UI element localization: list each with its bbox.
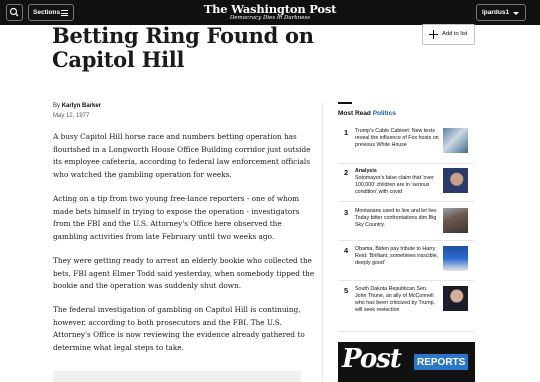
thumbnail-image[interactable] [443, 128, 468, 153]
article-paragraph: They were getting ready to arrest an eld… [53, 256, 315, 290]
most-read-text-block[interactable]: Analysis Sotomayor's false claim that 'o… [355, 168, 439, 196]
user-account-button[interactable]: lpardus1 [476, 4, 526, 21]
rank-number: 5 [344, 286, 349, 295]
most-read-item[interactable]: 3 Montanans used to live and let live. T… [338, 207, 474, 247]
add-to-list-button[interactable]: Add to list [422, 24, 475, 45]
byline: By Karlyn Barker [53, 103, 101, 109]
rank-number: 1 [344, 128, 349, 137]
divider [338, 240, 474, 241]
post-reports-banner[interactable]: Post REPORTS [338, 342, 475, 382]
masthead-tagline: Democracy Dies in Darkness [229, 15, 311, 21]
rank-number: 4 [344, 246, 349, 255]
most-read-item[interactable]: 5 South Dakota Republican Sen. John Thun… [338, 285, 474, 325]
most-read-headline[interactable]: Sotomayor's false claim that 'over 100,0… [355, 175, 434, 195]
article-paragraph: Acting on a tip from two young free-lanc… [53, 194, 300, 241]
search-icon [9, 7, 19, 17]
divider [338, 280, 474, 281]
thumbnail-image[interactable] [443, 286, 468, 311]
divider [338, 331, 474, 332]
divider [338, 163, 474, 164]
add-to-list-label: Add to list [442, 31, 468, 37]
ad-placeholder [53, 371, 301, 382]
article-paragraph: A busy Capitol Hill horse race and numbe… [53, 132, 311, 179]
most-read-headline[interactable]: Trump's Cable Cabinet: New texts reveal … [355, 128, 439, 149]
top-navigation-bar: Sections The Washington Post Democracy D… [0, 0, 540, 25]
article-paragraph: The federal investigation of gambling on… [53, 305, 305, 352]
chevron-down-icon [513, 12, 519, 15]
rail-divider [322, 103, 323, 382]
masthead-title: The Washington Post [203, 2, 337, 16]
most-read-headline[interactable]: South Dakota Republican Sen. John Thune,… [355, 286, 439, 314]
most-read-item[interactable]: 1 Trump's Cable Cabinet: New texts revea… [338, 127, 474, 167]
post-reports-logo-post: Post [342, 344, 402, 374]
sections-label: Sections [33, 9, 61, 16]
user-name: lpardus1 [482, 9, 510, 16]
thumbnail-image[interactable] [443, 168, 468, 193]
plus-icon [429, 30, 438, 39]
most-read-headline[interactable]: Montanans used to live and let live. Tod… [355, 208, 439, 229]
post-reports-logo-reports: REPORTS [414, 354, 469, 370]
masthead-logo[interactable]: The Washington Post Democracy Dies in Da… [195, 3, 345, 22]
article-headline: Betting Ring Found on Capitol Hill [52, 23, 314, 72]
most-read-headline[interactable]: Obama, Biden pay tribute to Harry Reid: … [355, 246, 439, 267]
analysis-kicker: Analysis [355, 168, 377, 174]
most-read-heading: Most Read Politics [338, 110, 396, 117]
rank-number: 2 [344, 168, 349, 177]
most-read-item[interactable]: 4 Obama, Biden pay tribute to Harry Reid… [338, 245, 474, 285]
rank-number: 3 [344, 208, 349, 217]
hamburger-icon [61, 10, 68, 18]
publish-date: May 12, 1977 [53, 113, 90, 119]
divider [338, 201, 474, 202]
thumbnail-image[interactable] [443, 208, 468, 233]
search-button[interactable] [6, 4, 23, 21]
most-read-rule [338, 102, 352, 104]
most-read-section[interactable]: Politics [373, 110, 396, 117]
author-link[interactable]: Karlyn Barker [62, 103, 101, 109]
thumbnail-image[interactable] [443, 246, 468, 271]
byline-prefix: By [53, 103, 61, 109]
sections-menu-button[interactable]: Sections [28, 4, 74, 21]
most-read-label: Most Read [338, 110, 371, 117]
